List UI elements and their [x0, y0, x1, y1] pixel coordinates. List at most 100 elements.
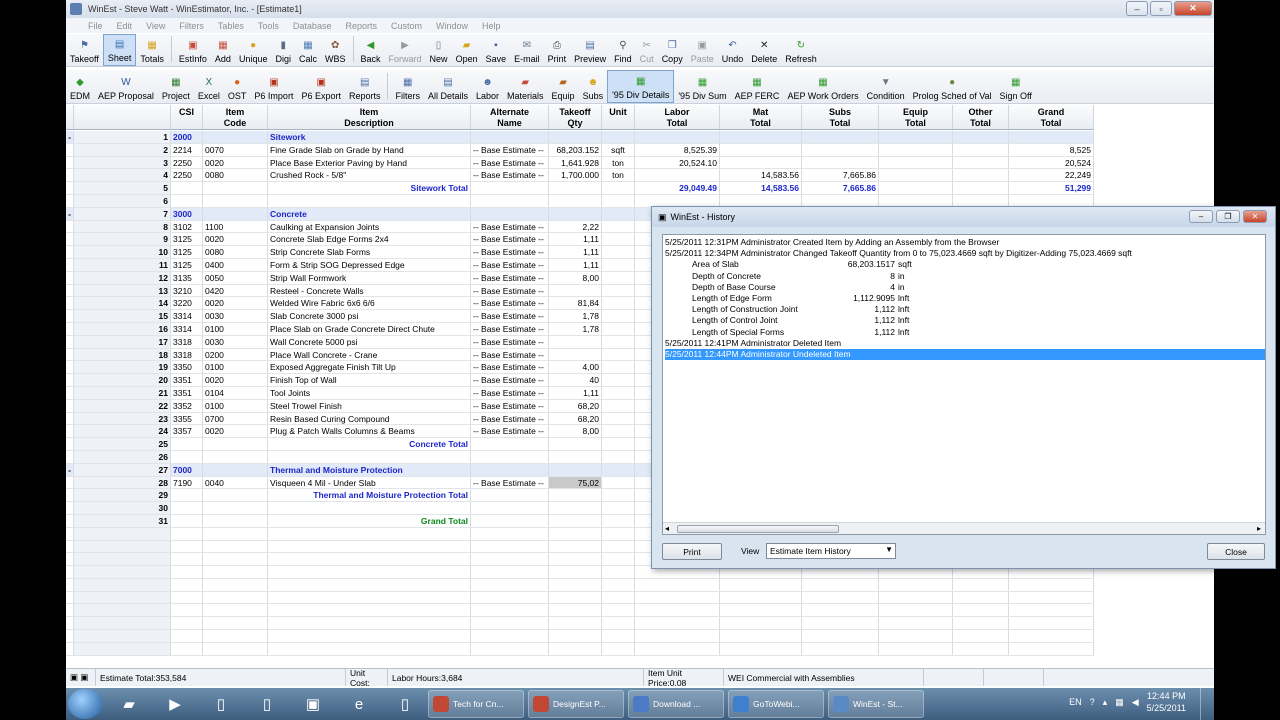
table-row[interactable]: 2 2214 0070 Fine Grade Slab on Grade by Han…	[66, 143, 1094, 157]
e-mail-button[interactable]: ✉ E-mail	[510, 34, 544, 66]
language-indicator[interactable]: EN	[1069, 697, 1082, 707]
expand-toggle[interactable]	[66, 297, 74, 310]
takeoff-button[interactable]: ⚑ Takeoff	[66, 34, 103, 66]
expand-toggle[interactable]	[66, 425, 74, 438]
expand-toggle[interactable]	[66, 386, 74, 399]
row-number[interactable]: 31	[74, 514, 171, 527]
row-number[interactable]: 26	[74, 450, 171, 463]
menu-item-database[interactable]: Database	[293, 21, 332, 31]
history-line[interactable]: Length of Special Forms 1,112 lnft	[665, 327, 1265, 338]
expand-toggle[interactable]	[66, 284, 74, 297]
expand-toggle[interactable]	[66, 617, 74, 630]
expand-toggle[interactable]	[66, 591, 74, 604]
menu-item-file[interactable]: File	[88, 21, 103, 31]
menu-item-help[interactable]: Help	[482, 21, 501, 31]
expand-toggle[interactable]	[66, 169, 74, 182]
table-row[interactable]: -1 2000 Sitework	[66, 131, 1094, 144]
minimize-button[interactable]: –	[1126, 1, 1148, 16]
row-number[interactable]	[74, 617, 171, 630]
expand-toggle[interactable]	[66, 566, 74, 578]
menu-item-tables[interactable]: Tables	[218, 21, 244, 31]
condition-button[interactable]: ▼ Condition	[863, 70, 909, 103]
row-number[interactable]: 11	[74, 258, 171, 271]
row-number[interactable]	[74, 578, 171, 591]
expand-toggle[interactable]	[66, 578, 74, 591]
taskbar-task[interactable]: Download ...	[628, 690, 724, 718]
column-header[interactable]: CSI	[171, 105, 203, 129]
row-number[interactable]: 21	[74, 386, 171, 399]
expand-toggle[interactable]	[66, 233, 74, 246]
dialog-restore-button[interactable]: ❐	[1216, 210, 1240, 223]
materials-button[interactable]: ▰ Materials	[503, 70, 548, 103]
95-div-sum-button[interactable]: ▦ '95 Div Sum	[674, 70, 730, 103]
table-row[interactable]	[66, 630, 1094, 643]
expand-toggle[interactable]	[66, 271, 74, 284]
table-row[interactable]	[66, 591, 1094, 605]
edm-button[interactable]: ◆ EDM	[66, 70, 94, 103]
row-number[interactable]: 17	[74, 335, 171, 348]
subs-button[interactable]: ☻ Subs	[579, 70, 608, 103]
history-line[interactable]: Area of Slab 68,203.1517 sqft	[665, 259, 1265, 270]
image-icon[interactable]: ▣	[294, 690, 332, 718]
aep-proposal-button[interactable]: W AEP Proposal	[94, 70, 158, 103]
expand-toggle[interactable]	[66, 335, 74, 348]
close-window-button[interactable]: ✕	[1174, 1, 1212, 16]
menu-item-tools[interactable]: Tools	[258, 21, 279, 31]
document-icon[interactable]: ▯	[386, 690, 424, 718]
estinfo-button[interactable]: ▣ EstInfo	[175, 34, 211, 66]
table-row[interactable]	[66, 642, 1094, 656]
row-number[interactable]: 18	[74, 348, 171, 361]
row-number[interactable]	[74, 540, 171, 553]
column-header[interactable]	[66, 105, 74, 129]
close-button[interactable]: Close	[1207, 543, 1265, 560]
internet-explorer-icon[interactable]: e	[340, 690, 378, 718]
explorer-icon[interactable]: ▰	[110, 690, 148, 718]
taskbar-task[interactable]: GoToWebi...	[728, 690, 824, 718]
expand-toggle[interactable]	[66, 182, 74, 194]
expand-toggle[interactable]	[66, 143, 74, 156]
print-button[interactable]: ⎙ Print	[544, 34, 571, 66]
history-line[interactable]: Depth of Concrete 8 in	[665, 271, 1265, 282]
table-row[interactable]: 4 2250 0080 Crushed Rock - 5/8" -- Base Esti…	[66, 169, 1094, 183]
history-line[interactable]: Length of Construction Joint 1,112 lnft	[665, 304, 1265, 315]
all-details-button[interactable]: ▤ All Details	[424, 70, 472, 103]
open-button[interactable]: ▰ Open	[452, 34, 482, 66]
row-number[interactable]: 28	[74, 476, 171, 489]
row-number[interactable]: 19	[74, 361, 171, 374]
menu-item-view[interactable]: View	[146, 21, 165, 31]
row-number[interactable]: 14	[74, 297, 171, 310]
history-line[interactable]: 5/25/2011 12:34PM Administrator Changed …	[665, 248, 1265, 259]
p6-export-button[interactable]: ▣ P6 Export	[297, 70, 345, 103]
table-row[interactable]: 3 2250 0020 Place Base Exterior Paving by H…	[66, 156, 1094, 170]
row-number[interactable]: 27	[74, 463, 171, 476]
expand-toggle[interactable]	[66, 361, 74, 374]
column-header[interactable]: Subs Total	[802, 105, 879, 129]
row-number[interactable]: 6	[74, 194, 171, 207]
expand-toggle[interactable]: -	[66, 207, 74, 220]
row-number[interactable]: 25	[74, 438, 171, 450]
clock[interactable]: 12:44 PM 5/25/2011	[1147, 690, 1186, 714]
column-header[interactable]: Takeoff Qty	[549, 105, 602, 129]
equip-button[interactable]: ▰ Equip	[548, 70, 579, 103]
column-header[interactable]: Item Code	[203, 105, 268, 129]
filters-button[interactable]: ▦ Filters	[391, 70, 424, 103]
row-number[interactable]: 2	[74, 143, 171, 156]
expand-toggle[interactable]	[66, 450, 74, 463]
network-icon[interactable]: ▦	[1115, 697, 1124, 708]
expand-toggle[interactable]	[66, 438, 74, 450]
unique-button[interactable]: ● Unique	[235, 34, 272, 66]
save-button[interactable]: ▪ Save	[482, 34, 511, 66]
expand-toggle[interactable]	[66, 194, 74, 207]
back-button[interactable]: ◀ Back	[357, 34, 385, 66]
excel-button[interactable]: X Excel	[194, 70, 224, 103]
expand-toggle[interactable]	[66, 604, 74, 617]
scroll-right-icon[interactable]: ▸	[1257, 524, 1261, 533]
column-header[interactable]: Equip Total	[879, 105, 953, 129]
prolog-sched-of-val-button[interactable]: ● Prolog Sched of Val	[909, 70, 996, 103]
dialog-minimize-button[interactable]: –	[1189, 210, 1213, 223]
aep-work-orders-button[interactable]: ▦ AEP Work Orders	[783, 70, 862, 103]
paste-button[interactable]: ▣ Paste	[687, 34, 718, 66]
table-row[interactable]	[66, 617, 1094, 631]
expand-toggle[interactable]	[66, 399, 74, 412]
sheet-button[interactable]: ▤ Sheet	[102, 34, 137, 66]
